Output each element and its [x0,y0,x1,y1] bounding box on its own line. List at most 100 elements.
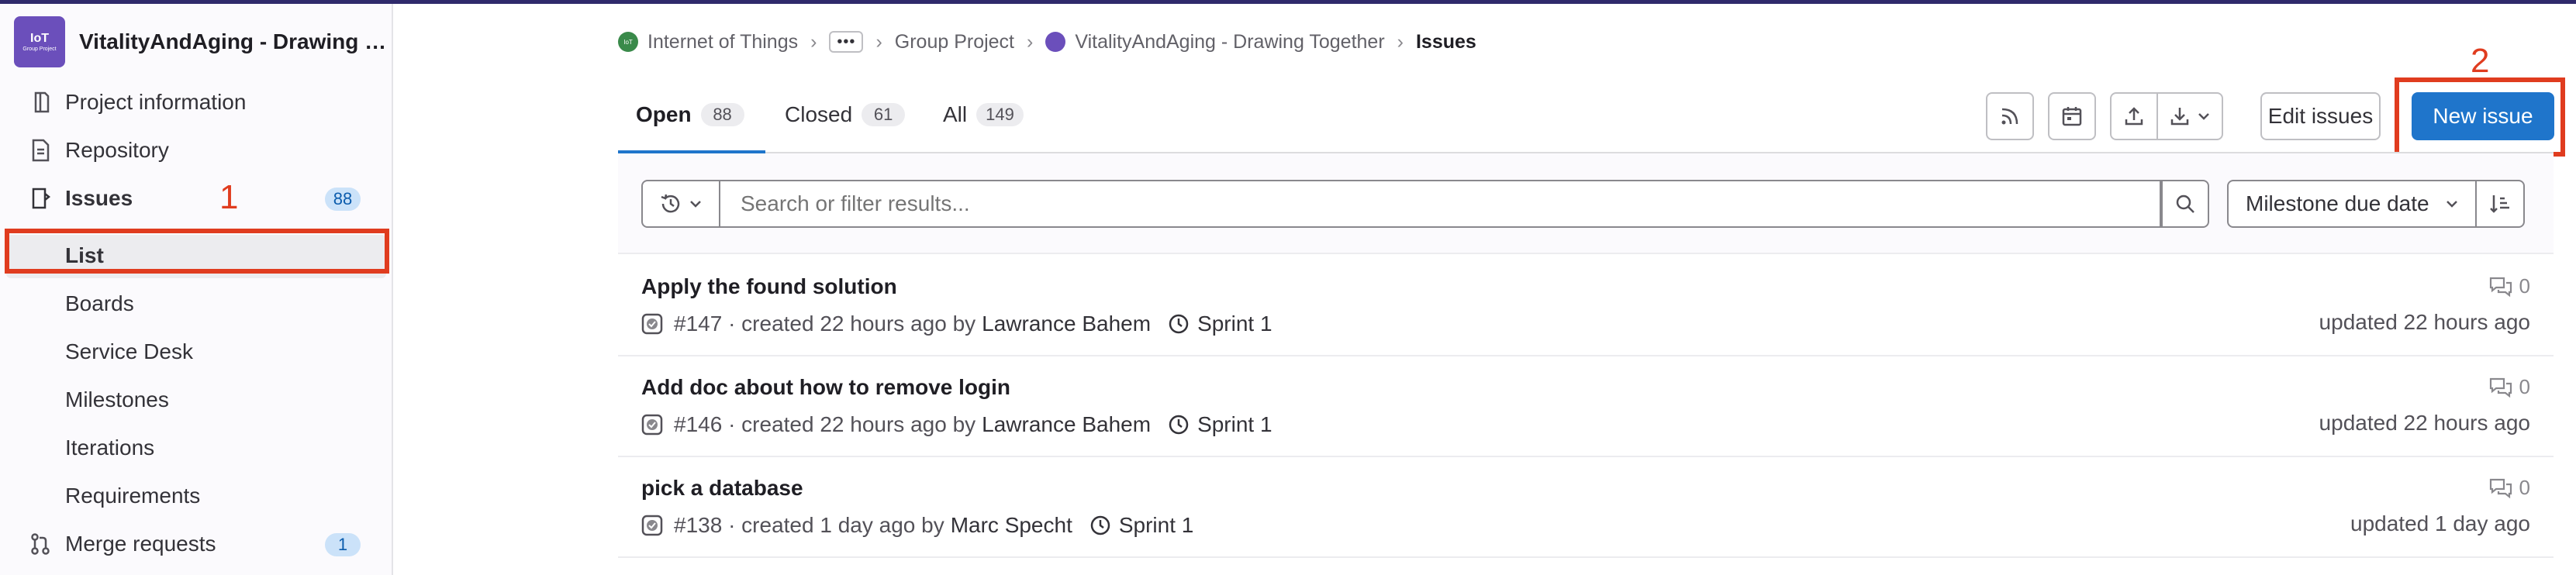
new-issue-button[interactable]: New issue [2412,92,2554,140]
clock-icon [1169,314,1189,334]
issue-title-link[interactable]: Add doc about how to remove login [641,375,1010,400]
issue-author-link[interactable]: Marc Specht [951,513,1072,538]
group-avatar: IoT [618,32,638,52]
sidebar-item-label: Requirements [65,484,201,508]
breadcrumb-subgroup[interactable]: Group Project [895,31,1014,53]
issue-meta: #146 · created 22 hours ago by Lawrance … [641,411,1272,439]
download-icon [2170,108,2189,126]
chevron-right-icon: › [1027,30,1034,53]
clock-icon [1090,515,1110,535]
issue-row[interactable]: Add doc about how to remove login #146 ·… [618,356,2554,457]
tab-count: 88 [700,103,744,126]
rss-icon [2001,108,2018,125]
project-avatar-small [1045,32,1066,52]
issue-author-link[interactable]: Lawrance Bahem [982,312,1151,336]
project-name: VitalityAndAging - Drawing Together [79,29,389,53]
sidebar: IoT Group Project VitalityAndAging - Dra… [0,4,393,575]
issue-title-link[interactable]: Apply the found solution [641,274,897,299]
comments-icon [2489,277,2512,297]
upload-icon [2125,107,2143,126]
filter-bar: Milestone due date [618,153,2554,254]
sidebar-item-issues[interactable]: Issues 88 [0,174,393,222]
issue-reference: #146 · created 22 hours ago by [674,412,976,436]
export-issues-dropdown[interactable] [2156,92,2223,140]
recent-searches-button[interactable] [641,180,720,228]
comment-count: 0 [2519,476,2530,499]
breadcrumb-project[interactable]: VitalityAndAging - Drawing Together [1075,31,1384,53]
project-avatar-initials: IoT [30,31,49,45]
annotation-number-1: 1 [219,178,239,216]
tab-open[interactable]: Open 88 [636,76,744,153]
doc-icon [32,139,50,162]
milestone-label: Sprint 1 [1197,412,1272,436]
tab-closed[interactable]: Closed 61 [785,76,906,153]
chevron-down-icon [2198,113,2209,120]
issue-row[interactable]: pick a database #138 · created 1 day ago… [618,457,2554,558]
sidebar-item-label: Issues [65,186,133,210]
chevron-down-icon [690,201,701,208]
rss-feed-button[interactable] [1986,92,2034,140]
sidebar-item-requirements[interactable]: Requirements [0,472,393,520]
comment-count: 0 [2519,274,2530,298]
chevron-down-icon [2447,201,2457,208]
sort-by-label: Milestone due date [2246,191,2429,215]
calendar-icon [2062,107,2082,126]
sidebar-item-label: Boards [65,291,134,315]
issue-title-link[interactable]: pick a database [641,476,803,501]
import-issues-button[interactable] [2110,92,2158,140]
sidebar-item-project-information[interactable]: Project information [0,78,393,126]
tab-count: 61 [862,103,906,126]
chevron-right-icon: › [875,30,882,53]
sidebar-item-label: Merge requests [65,532,216,556]
issue-meta: #147 · created 22 hours ago by Lawrance … [641,310,1272,338]
sidebar-item-label: Iterations [65,436,155,460]
issue-meta: #138 · created 1 day ago by Marc Specht … [641,511,1193,539]
comments-icon [2489,377,2512,398]
issue-comments[interactable]: 0 [2488,274,2530,298]
sidebar-item-repository[interactable]: Repository [0,126,393,174]
breadcrumb: IoT Internet of Things › ••• › Group Pro… [618,26,1476,57]
issue-milestone[interactable]: Sprint 1 [1168,412,1272,437]
sort-ascending-icon [2490,195,2509,213]
issue-open-icon [641,313,663,335]
edit-issues-button[interactable]: Edit issues [2260,92,2381,140]
issue-comments[interactable]: 0 [2488,476,2530,500]
sidebar-item-boards[interactable]: Boards [0,280,393,328]
issue-reference: #147 · created 22 hours ago by [674,312,976,336]
calendar-subscribe-button[interactable] [2048,92,2096,140]
issue-milestone[interactable]: Sprint 1 [1089,513,1193,538]
merge-requests-count-badge: 1 [325,533,361,556]
search-button[interactable] [2161,180,2209,228]
comments-icon [2489,478,2512,498]
annotation-box-list [5,229,389,274]
history-icon [661,194,680,213]
sidebar-item-label: Milestones [65,387,169,411]
chevron-right-icon: › [1397,30,1404,53]
clock-icon [1169,415,1189,435]
chevron-right-icon: › [810,30,817,53]
milestone-label: Sprint 1 [1197,312,1272,336]
tab-label: All [943,102,968,126]
issue-milestone[interactable]: Sprint 1 [1168,312,1272,336]
issue-reference: #138 · created 1 day ago by [674,513,944,537]
sidebar-item-label: Service Desk [65,339,193,363]
issue-row[interactable]: Apply the found solution #147 · created … [618,256,2554,356]
sidebar-item-service-desk[interactable]: Service Desk [0,328,393,376]
sort-by-dropdown[interactable]: Milestone due date [2227,180,2477,228]
breadcrumb-current[interactable]: Issues [1416,31,1476,53]
breadcrumb-group[interactable]: Internet of Things [647,31,798,53]
project-header[interactable]: IoT Group Project VitalityAndAging - Dra… [14,15,389,69]
issues-icon [32,188,51,209]
search-input[interactable] [720,180,2161,228]
sidebar-item-merge-requests[interactable]: Merge requests 1 [0,520,393,568]
sidebar-item-milestones[interactable]: Milestones [0,376,393,424]
sort-direction-button[interactable] [2477,180,2525,228]
issues-count-badge: 88 [325,188,361,211]
issue-author-link[interactable]: Lawrance Bahem [982,412,1151,437]
tab-label: Open [636,102,692,126]
tab-all[interactable]: All 149 [943,76,1024,153]
sidebar-item-iterations[interactable]: Iterations [0,424,393,472]
breadcrumb-ellipsis-button[interactable]: ••• [829,31,864,53]
issue-comments[interactable]: 0 [2488,375,2530,399]
issue-updated-time: updated 22 hours ago [2319,411,2530,435]
